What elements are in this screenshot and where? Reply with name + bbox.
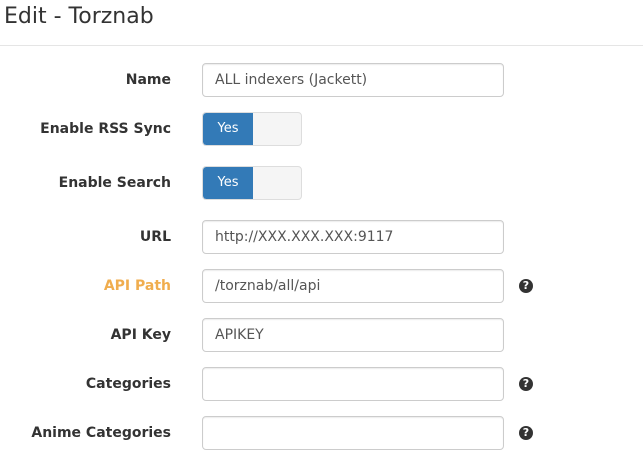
url-input[interactable] [202,220,504,254]
form-row-search: Enable Search Yes [0,166,643,200]
modal-header: Edit - Torznab [0,0,643,46]
search-toggle-yes: Yes [203,167,253,199]
api-key-input[interactable] [202,318,504,352]
name-label: Name [125,72,171,88]
api-path-label: API Path [103,278,171,294]
form-row-name: Name [0,63,643,97]
name-input[interactable] [202,63,504,97]
search-toggle[interactable]: Yes [202,166,302,200]
categories-input[interactable] [202,367,504,401]
rss-sync-label: Enable RSS Sync [40,121,171,137]
search-label: Enable Search [58,175,171,191]
page-title: Edit - Torznab [4,4,154,29]
form-row-rss-sync: Enable RSS Sync Yes [0,112,643,146]
url-label: URL [139,229,171,245]
form-row-categories: Categories ? [0,367,643,401]
rss-sync-toggle[interactable]: Yes [202,112,302,146]
form-row-url: URL [0,220,643,254]
form-row-anime-categories: Anime Categories ? [0,416,643,450]
question-circle-icon[interactable]: ? [519,426,533,440]
question-circle-icon[interactable]: ? [519,279,533,293]
api-path-input[interactable] [202,269,504,303]
anime-categories-label: Anime Categories [31,425,171,441]
api-key-label: API Key [110,327,171,343]
anime-categories-input[interactable] [202,416,504,450]
form-row-api-key: API Key [0,318,643,352]
categories-label: Categories [85,376,171,392]
form-row-api-path: API Path ? [0,269,643,303]
rss-sync-toggle-yes: Yes [203,113,253,145]
question-circle-icon[interactable]: ? [519,377,533,391]
